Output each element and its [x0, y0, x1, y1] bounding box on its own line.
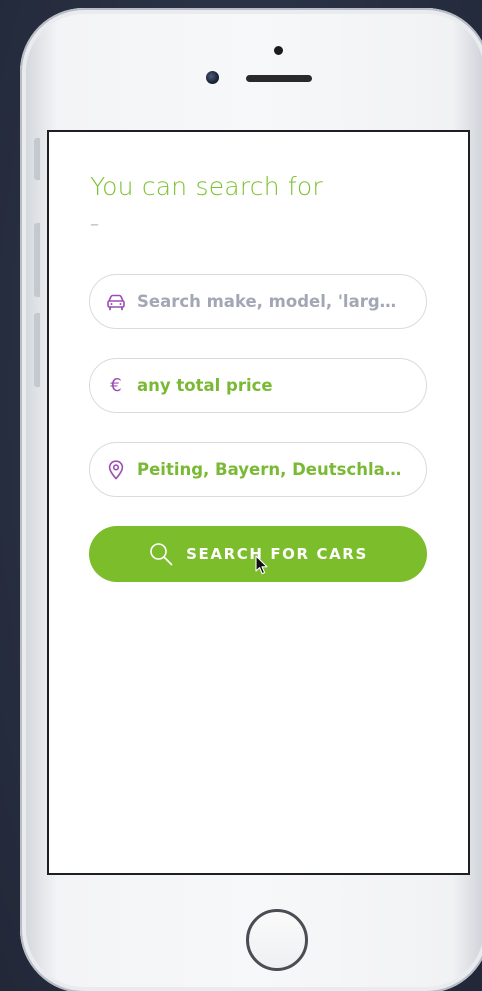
app-screen: You can search for – Search make, model,…	[47, 130, 470, 875]
euro-icon: €	[106, 376, 126, 396]
proximity-sensor	[274, 46, 283, 55]
total-price-field[interactable]: € any total price	[89, 358, 427, 413]
background: You can search for – Search make, model,…	[0, 0, 482, 991]
page-title: You can search for	[90, 172, 323, 201]
location-field[interactable]: Peiting, Bayern, Deutschland	[89, 442, 427, 497]
heading-dash: –	[90, 214, 99, 235]
search-icon	[148, 541, 174, 567]
home-button[interactable]	[246, 909, 308, 971]
mouse-cursor-icon	[255, 555, 268, 575]
volume-down-button	[34, 313, 40, 387]
search-button-label: SEARCH FOR CARS	[186, 545, 368, 563]
location-value: Peiting, Bayern, Deutschland	[137, 460, 407, 479]
volume-up-button	[34, 223, 40, 297]
euro-glyph: €	[110, 374, 122, 396]
car-icon	[106, 292, 126, 312]
earpiece-speaker	[246, 75, 312, 82]
location-pin-icon	[106, 459, 126, 480]
mute-switch	[34, 138, 40, 180]
make-model-search-field[interactable]: Search make, model, 'large fa...	[89, 274, 427, 329]
front-camera	[206, 71, 219, 84]
total-price-value: any total price	[137, 376, 273, 395]
make-model-placeholder: Search make, model, 'large fa...	[137, 292, 407, 311]
